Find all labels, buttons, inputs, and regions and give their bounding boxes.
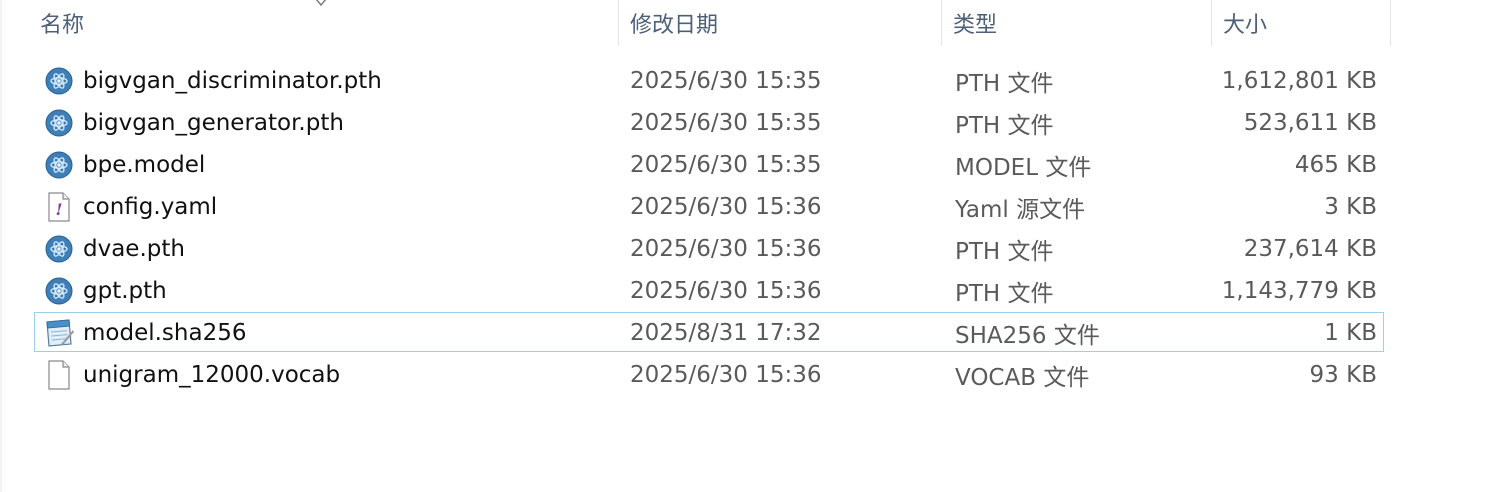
- model-file-icon: [43, 61, 75, 101]
- model-file-icon: [43, 229, 75, 269]
- file-row[interactable]: dvae.pth 2025/6/30 15:36 PTH 文件 237,614 …: [34, 228, 1384, 268]
- file-size: 237,614 KB: [1243, 236, 1377, 262]
- column-header-name[interactable]: 名称: [30, 0, 618, 46]
- file-type: PTH 文件: [955, 71, 1054, 97]
- file-row-selected[interactable]: model.sha256 2025/8/31 17:32 SHA256 文件 1…: [34, 312, 1384, 352]
- svg-text:!: !: [55, 200, 62, 219]
- file-type: PTH 文件: [955, 113, 1054, 139]
- file-name[interactable]: model.sha256: [83, 313, 246, 353]
- file-date: 2025/6/30 15:35: [630, 68, 822, 94]
- file-explorer-view: 名称 修改日期 类型 大小 bigvgan_discriminator.pth …: [0, 0, 1507, 492]
- column-divider[interactable]: [941, 0, 942, 46]
- left-edge: [0, 0, 2, 492]
- notepad-file-icon: [43, 313, 75, 353]
- file-size: 1 KB: [1324, 320, 1377, 346]
- column-divider[interactable]: [1211, 0, 1212, 46]
- file-row[interactable]: gpt.pth 2025/6/30 15:36 PTH 文件 1,143,779…: [34, 270, 1384, 310]
- file-size: 3 KB: [1324, 194, 1377, 220]
- file-size: 1,612,801 KB: [1221, 68, 1377, 94]
- column-divider[interactable]: [618, 0, 619, 46]
- file-date: 2025/6/30 15:36: [630, 194, 822, 220]
- file-row[interactable]: unigram_12000.vocab 2025/6/30 15:36 VOCA…: [34, 354, 1384, 394]
- file-type: Yaml 源文件: [955, 197, 1086, 223]
- file-type: PTH 文件: [955, 239, 1054, 265]
- file-date: 2025/6/30 15:36: [630, 362, 822, 388]
- column-header-date[interactable]: 修改日期: [620, 0, 940, 46]
- file-type: VOCAB 文件: [955, 365, 1090, 391]
- file-name[interactable]: bigvgan_discriminator.pth: [83, 61, 382, 101]
- file-date: 2025/6/30 15:35: [630, 110, 822, 136]
- column-header: 名称 修改日期 类型 大小: [0, 0, 1507, 46]
- file-date: 2025/8/31 17:32: [630, 320, 822, 346]
- file-name[interactable]: gpt.pth: [83, 271, 167, 311]
- file-row[interactable]: bigvgan_generator.pth 2025/6/30 15:35 PT…: [34, 102, 1384, 142]
- file-date: 2025/6/30 15:35: [630, 152, 822, 178]
- file-type: SHA256 文件: [955, 323, 1100, 349]
- file-name[interactable]: dvae.pth: [83, 229, 185, 269]
- file-size: 93 KB: [1309, 362, 1377, 388]
- file-name[interactable]: unigram_12000.vocab: [83, 355, 340, 395]
- file-row[interactable]: bpe.model 2025/6/30 15:35 MODEL 文件 465 K…: [34, 144, 1384, 184]
- model-file-icon: [43, 145, 75, 185]
- blank-file-icon: [43, 355, 75, 395]
- file-row[interactable]: bigvgan_discriminator.pth 2025/6/30 15:3…: [34, 60, 1384, 100]
- column-header-type[interactable]: 类型: [943, 0, 1211, 46]
- file-size: 1,143,779 KB: [1221, 278, 1377, 304]
- file-size: 465 KB: [1294, 152, 1377, 178]
- model-file-icon: [43, 271, 75, 311]
- file-type: PTH 文件: [955, 281, 1054, 307]
- model-file-icon: [43, 103, 75, 143]
- file-type: MODEL 文件: [955, 155, 1092, 181]
- file-name[interactable]: bpe.model: [83, 145, 205, 185]
- file-name[interactable]: config.yaml: [83, 187, 217, 227]
- file-size: 523,611 KB: [1243, 110, 1377, 136]
- column-header-size[interactable]: 大小: [1213, 0, 1391, 46]
- yaml-file-icon: !: [43, 187, 75, 227]
- file-row[interactable]: ! config.yaml 2025/6/30 15:36 Yaml 源文件 3…: [34, 186, 1384, 226]
- column-divider[interactable]: [1390, 0, 1391, 46]
- file-name[interactable]: bigvgan_generator.pth: [83, 103, 344, 143]
- file-date: 2025/6/30 15:36: [630, 278, 822, 304]
- file-date: 2025/6/30 15:36: [630, 236, 822, 262]
